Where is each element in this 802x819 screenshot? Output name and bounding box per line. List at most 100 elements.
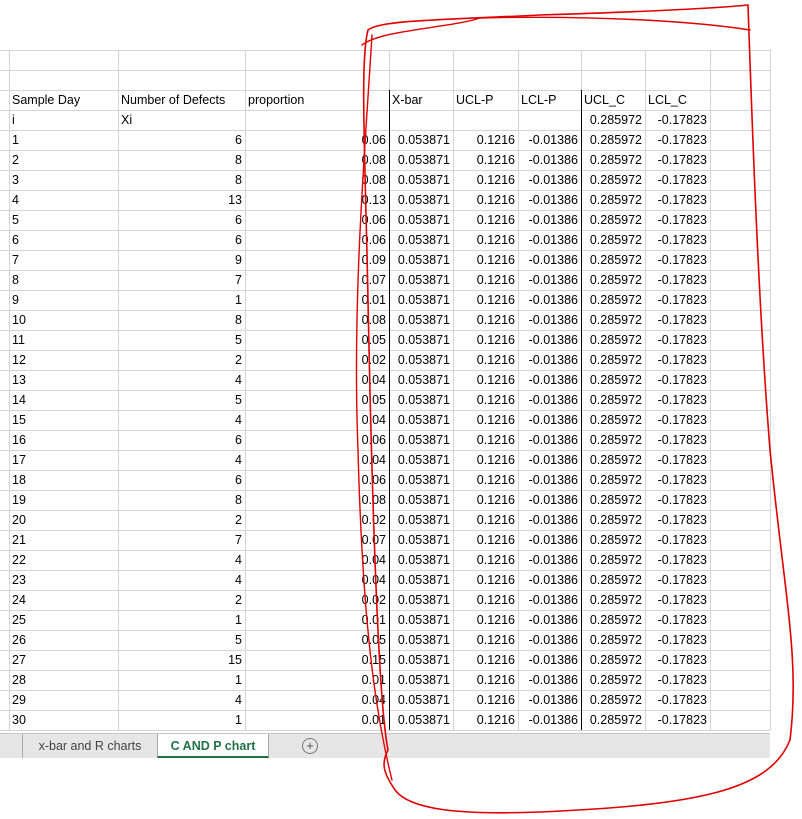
table-cell[interactable]: 0.285972 [581,290,645,310]
table-cell[interactable]: 4 [118,370,245,390]
table-cell[interactable]: 0.1216 [453,690,518,710]
table-cell[interactable]: 0.1216 [453,590,518,610]
table-cell[interactable]: 7 [118,270,245,290]
table-cell[interactable]: 0.1216 [453,310,518,330]
table-cell[interactable]: 0.053871 [389,430,453,450]
table-cell[interactable]: 0.05 [245,390,389,410]
table-cell[interactable]: 0.02 [245,510,389,530]
table-cell[interactable]: 9 [118,250,245,270]
table-cell[interactable]: -0.17823 [645,330,710,350]
table-cell[interactable]: 0.08 [245,150,389,170]
table-cell[interactable]: 0.285972 [581,550,645,570]
table-cell[interactable]: 4 [118,450,245,470]
plus-circle-icon[interactable]: + [302,738,318,754]
table-cell[interactable]: 0.053871 [389,350,453,370]
table-cell[interactable]: 0.02 [245,590,389,610]
table-cell[interactable]: -0.17823 [645,130,710,150]
table-cell[interactable]: 0.285972 [581,130,645,150]
table-cell[interactable]: -0.01386 [518,690,581,710]
table-cell[interactable]: -0.01386 [518,310,581,330]
table-cell[interactable]: 0.08 [245,310,389,330]
table-cell[interactable]: 2 [9,150,118,170]
table-cell[interactable]: 0.285972 [581,190,645,210]
table-cell[interactable]: -0.17823 [645,610,710,630]
table-cell[interactable]: 4 [118,690,245,710]
table-cell[interactable]: 0.1216 [453,510,518,530]
table-cell[interactable]: -0.01386 [518,370,581,390]
table-cell[interactable]: 0.04 [245,570,389,590]
table-cell[interactable]: -0.01386 [518,230,581,250]
table-cell[interactable]: 0.1216 [453,630,518,650]
table-cell[interactable]: 0.285972 [581,350,645,370]
table-cell[interactable]: 0.053871 [389,650,453,670]
table-cell[interactable]: 0.1216 [453,570,518,590]
table-cell[interactable]: 7 [118,530,245,550]
table-cell[interactable]: 19 [9,490,118,510]
table-cell[interactable]: 0.1216 [453,670,518,690]
table-cell[interactable]: 0.13 [245,190,389,210]
table-cell[interactable]: -0.17823 [645,410,710,430]
table-cell[interactable]: 0.053871 [389,410,453,430]
table-cell[interactable]: -0.01386 [518,450,581,470]
column-header[interactable]: LCL-P [518,90,581,110]
table-cell[interactable]: 2 [118,510,245,530]
table-cell[interactable]: 0.1216 [453,450,518,470]
table-cell[interactable]: 0.285972 [581,210,645,230]
table-cell[interactable]: 0.285972 [581,170,645,190]
table-cell[interactable]: 0.06 [245,210,389,230]
column-subheader[interactable]: 0.285972 [581,110,645,130]
column-subheader[interactable]: -0.17823 [645,110,710,130]
table-cell[interactable]: 0.1216 [453,490,518,510]
column-header[interactable]: proportion [245,90,389,110]
table-cell[interactable]: 0.1216 [453,410,518,430]
table-cell[interactable]: 0.1216 [453,330,518,350]
table-cell[interactable]: 0.285972 [581,650,645,670]
table-cell[interactable]: 0.05 [245,330,389,350]
table-cell[interactable]: 0.01 [245,610,389,630]
table-cell[interactable]: -0.01386 [518,590,581,610]
table-cell[interactable]: 0.1216 [453,710,518,730]
table-cell[interactable]: -0.17823 [645,650,710,670]
table-cell[interactable]: -0.01386 [518,350,581,370]
table-cell[interactable]: -0.01386 [518,150,581,170]
table-cell[interactable]: 0.285972 [581,690,645,710]
table-cell[interactable]: 26 [9,630,118,650]
table-cell[interactable]: -0.17823 [645,350,710,370]
column-subheader[interactable] [518,110,581,130]
table-cell[interactable]: -0.17823 [645,710,710,730]
table-cell[interactable]: 0.09 [245,250,389,270]
table-cell[interactable]: 6 [118,230,245,250]
table-cell[interactable]: 1 [118,610,245,630]
table-cell[interactable]: -0.17823 [645,190,710,210]
table-cell[interactable]: -0.17823 [645,470,710,490]
table-cell[interactable]: 0.053871 [389,390,453,410]
table-cell[interactable]: 13 [118,190,245,210]
table-cell[interactable]: -0.17823 [645,550,710,570]
table-cell[interactable]: -0.01386 [518,650,581,670]
table-cell[interactable]: 0.285972 [581,470,645,490]
table-cell[interactable]: 0.04 [245,550,389,570]
table-cell[interactable]: 25 [9,610,118,630]
table-cell[interactable]: 0.285972 [581,410,645,430]
table-cell[interactable]: 15 [118,650,245,670]
table-cell[interactable]: 1 [118,710,245,730]
table-cell[interactable]: 0.02 [245,350,389,370]
table-cell[interactable]: 0.1216 [453,550,518,570]
table-cell[interactable]: -0.17823 [645,370,710,390]
table-cell[interactable]: -0.01386 [518,330,581,350]
table-cell[interactable]: 0.053871 [389,170,453,190]
table-cell[interactable]: 0.285972 [581,270,645,290]
table-cell[interactable]: 0.285972 [581,490,645,510]
table-cell[interactable]: 4 [118,550,245,570]
table-cell[interactable]: 9 [9,290,118,310]
table-cell[interactable]: 18 [9,470,118,490]
table-cell[interactable]: 1 [9,130,118,150]
table-cell[interactable]: 0.053871 [389,530,453,550]
table-cell[interactable]: -0.17823 [645,270,710,290]
table-cell[interactable]: 5 [118,390,245,410]
table-cell[interactable]: 0.07 [245,270,389,290]
table-cell[interactable]: 2 [118,350,245,370]
table-cell[interactable]: 0.053871 [389,710,453,730]
table-cell[interactable]: -0.01386 [518,390,581,410]
table-cell[interactable]: -0.17823 [645,690,710,710]
